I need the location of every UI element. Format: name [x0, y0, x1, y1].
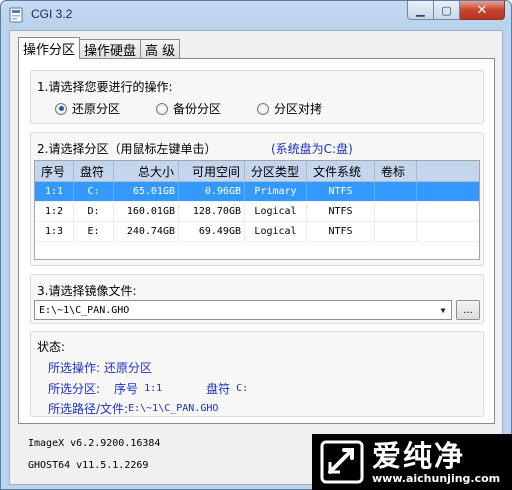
column-header[interactable]: 序号: [35, 161, 74, 181]
title-bar[interactable]: CGI 3.2 ▁ ▢ ✕: [1, 1, 511, 29]
status-path-value: E:\~1\C_PAN.GHO: [128, 403, 219, 414]
watermark-logo: 爱纯净 www.aichunjing.com: [312, 434, 512, 490]
radio-restore[interactable]: 还原分区: [55, 100, 120, 117]
column-header[interactable]: 文件系统: [307, 161, 375, 181]
system-drive-hint: (系统盘为C:盘): [271, 142, 353, 156]
cell-total: 160.01GB: [114, 202, 179, 221]
cell-volume-label: [375, 202, 417, 221]
status-drive-value: C:: [236, 383, 249, 394]
tab-disk-ops[interactable]: 操作硬盘: [79, 39, 142, 59]
cell-seq: 1:1: [35, 182, 74, 201]
partition-table: 序号 盘符 总大小 可用空间 分区类型 文件系统 卷标 1:1 C: 65.01…: [34, 160, 480, 260]
image-label: 3.请选择镜像文件:: [37, 284, 137, 298]
column-header-filler: [417, 161, 479, 181]
status-seq-value: 1:1: [144, 383, 163, 394]
radio-unchecked-icon[interactable]: [257, 102, 270, 115]
minimize-button[interactable]: ▁: [407, 1, 434, 20]
status-path-label: 所选路径/文件:: [48, 402, 129, 416]
table-row[interactable]: 1:3 E: 240.74GB 69.49GB Logical NTFS: [35, 222, 479, 242]
watermark-text: 爱纯净 www.aichunjing.com: [372, 440, 500, 485]
browse-button[interactable]: ...: [456, 300, 480, 320]
cell-volume-label: [375, 222, 417, 241]
cell-seq: 1:2: [35, 202, 74, 221]
maximize-button[interactable]: ▢: [434, 1, 460, 20]
cell-fs: NTFS: [307, 202, 375, 221]
imagex-version: ImageX v6.2.9200.16384: [28, 438, 161, 449]
cell-fs: NTFS: [307, 182, 375, 201]
cell-filler: [417, 202, 479, 221]
image-file-combobox[interactable]: E:\~1\C_PAN.GHO ▼: [34, 300, 452, 320]
status-partition: 所选分区: 序号 1:1 盘符 C:: [48, 380, 248, 397]
radio-copy[interactable]: 分区对拷: [257, 100, 322, 117]
close-button[interactable]: ✕: [460, 1, 505, 20]
radio-unchecked-icon[interactable]: [156, 102, 169, 115]
partition-group: 2.请选择分区（用鼠标左键单击） (系统盘为C:盘) 序号 盘符 总大小 可用空…: [30, 132, 484, 266]
status-drive-label: 盘符: [206, 382, 231, 396]
radio-backup[interactable]: 备份分区: [156, 100, 221, 117]
cell-drive: E:: [74, 222, 114, 241]
radio-copy-label: 分区对拷: [274, 102, 323, 116]
cell-fs: NTFS: [307, 222, 375, 241]
cell-drive: C:: [74, 182, 114, 201]
column-header[interactable]: 总大小: [114, 161, 179, 181]
cell-volume-label: [375, 182, 417, 201]
status-operation-value: 还原分区: [104, 361, 153, 375]
tab-strip: 操作分区 操作硬盘 高 级: [18, 37, 181, 59]
radio-checked-icon[interactable]: [55, 102, 67, 115]
image-file-value: E:\~1\C_PAN.GHO: [39, 304, 130, 316]
cell-filler: [417, 182, 479, 201]
status-group: 状态: 所选操作: 还原分区 所选分区: 序号 1:1 盘符 C: 所选路径/文…: [30, 331, 484, 417]
image-group: 3.请选择镜像文件: E:\~1\C_PAN.GHO ▼ ...: [30, 274, 484, 324]
ghost-version: GHOST64 v11.5.1.2269: [28, 460, 149, 471]
brand-logo-icon: [320, 440, 364, 484]
cell-free: 69.49GB: [179, 222, 245, 241]
tab-page: 1.请选择您要进行的操作: 还原分区 备份分区 分区对拷 2.请选择分区（用鼠标…: [18, 58, 495, 424]
radio-backup-label: 备份分区: [173, 102, 222, 116]
cell-type: Logical: [245, 222, 307, 241]
status-label: 状态:: [37, 340, 66, 354]
status-partition-label: 所选分区:: [48, 382, 101, 396]
cell-total: 240.74GB: [114, 222, 179, 241]
table-row[interactable]: 1:2 D: 160.01GB 128.70GB Logical NTFS: [35, 202, 479, 222]
operation-group: 1.请选择您要进行的操作: 还原分区 备份分区 分区对拷: [30, 70, 484, 124]
window-title: CGI 3.2: [31, 7, 73, 21]
table-row[interactable]: 1:1 C: 65.01GB 0.96GB Primary NTFS: [35, 182, 479, 202]
cell-free: 0.96GB: [179, 182, 245, 201]
operation-label: 1.请选择您要进行的操作:: [37, 80, 173, 94]
minimize-icon: ▁: [416, 3, 425, 17]
status-operation: 所选操作: 还原分区: [48, 359, 152, 376]
caption-buttons: ▁ ▢ ✕: [407, 1, 505, 21]
dropdown-arrow-icon[interactable]: ▼: [435, 301, 451, 319]
status-seq-label: 序号: [114, 382, 139, 396]
cell-drive: D:: [74, 202, 114, 221]
radio-restore-label: 还原分区: [72, 102, 121, 116]
column-header[interactable]: 卷标: [375, 161, 417, 181]
cell-total: 65.01GB: [114, 182, 179, 201]
app-window: CGI 3.2 ▁ ▢ ✕ 操作分区 操作硬盘 高 级 1.请选择您要进行的操作…: [0, 0, 512, 490]
column-header[interactable]: 可用空间: [179, 161, 245, 181]
watermark-url: www.aichunjing.com: [372, 471, 501, 485]
close-icon: ✕: [476, 2, 488, 18]
column-header[interactable]: 盘符: [74, 161, 114, 181]
client-area: 操作分区 操作硬盘 高 级 1.请选择您要进行的操作: 还原分区 备份分区 分区…: [9, 30, 503, 485]
cell-free: 128.70GB: [179, 202, 245, 221]
tab-partition-ops[interactable]: 操作分区: [18, 37, 81, 59]
cell-filler: [417, 222, 479, 241]
cell-seq: 1:3: [35, 222, 74, 241]
cell-type: Logical: [245, 202, 307, 221]
cell-type: Primary: [245, 182, 307, 201]
column-header[interactable]: 分区类型: [245, 161, 307, 181]
maximize-icon: ▢: [441, 3, 452, 17]
table-header: 序号 盘符 总大小 可用空间 分区类型 文件系统 卷标: [35, 161, 479, 182]
watermark-brand: 爱纯净: [372, 438, 466, 473]
operation-radios: 还原分区 备份分区 分区对拷: [55, 100, 358, 117]
status-operation-label: 所选操作:: [48, 361, 101, 375]
app-icon: [9, 7, 23, 23]
tab-advanced[interactable]: 高 级: [140, 39, 181, 59]
partition-label: 2.请选择分区（用鼠标左键单击）: [37, 142, 217, 156]
status-path: 所选路径/文件: E:\~1\C_PAN.GHO: [48, 400, 218, 417]
